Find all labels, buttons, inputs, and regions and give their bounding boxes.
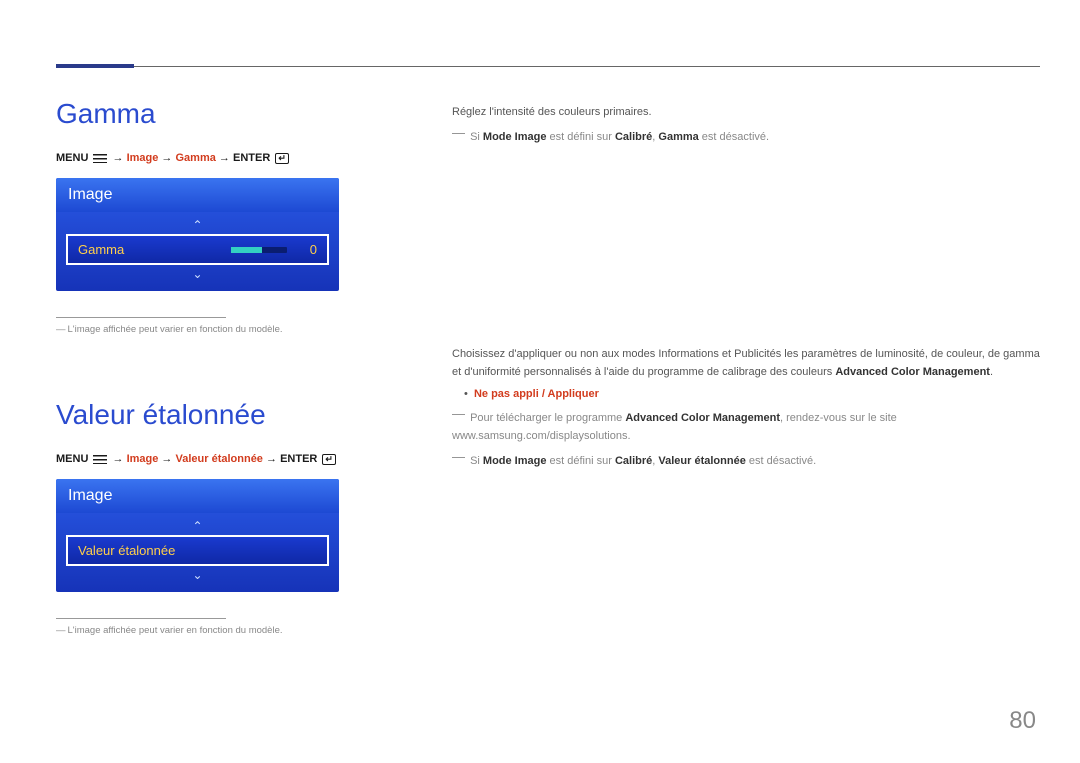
osd-body: ⌃ Valeur étalonnée ⌄ — [56, 513, 339, 592]
image-note-valeur: ―L'image affichée peut varier en fonctio… — [56, 625, 386, 636]
b: Valeur étalonnée — [658, 455, 745, 467]
image-note-text: L'image affichée peut varier en fonction… — [68, 324, 283, 335]
chevron-up-icon[interactable]: ⌃ — [66, 218, 329, 232]
note-rule — [56, 317, 226, 318]
image-note-gamma: ―L'image affichée peut varier en fonctio… — [56, 324, 386, 335]
header-accent — [56, 64, 134, 68]
gamma-note: ― Si Mode Image est défini sur Calibré, … — [452, 126, 1040, 147]
osd-panel-valeur: Image ⌃ Valeur étalonnée ⌄ — [56, 479, 339, 592]
valeur-desc: Choisissez d'appliquer ou non aux modes … — [452, 346, 1040, 381]
valeur-right: Choisissez d'appliquer ou non aux modes … — [452, 346, 1040, 470]
b: Calibré — [615, 131, 652, 143]
section-title-valeur: Valeur étalonnée — [56, 399, 386, 431]
breadcrumb-seg-image: Image — [127, 152, 159, 164]
menu-icon — [93, 154, 107, 163]
right-column: Réglez l'intensité des couleurs primaire… — [452, 104, 1040, 474]
enter-icon: ↵ — [275, 153, 289, 164]
valeur-note-disabled: ― Si Mode Image est défini sur Calibré, … — [452, 450, 1040, 471]
osd-row-label: Gamma — [78, 242, 217, 257]
b: Calibré — [615, 455, 652, 467]
osd-row-valeur[interactable]: Valeur étalonnée — [66, 535, 329, 566]
t: est défini sur — [546, 455, 614, 467]
breadcrumb-seg-image: Image — [127, 453, 159, 465]
t: Si — [470, 131, 483, 143]
menu-label: MENU — [56, 453, 88, 465]
osd-row-label: Valeur étalonnée — [78, 543, 317, 558]
breadcrumb-gamma: MENU → Image → Gamma → ENTER ↵ — [56, 152, 386, 164]
note-rule — [56, 618, 226, 619]
menu-icon — [93, 455, 107, 464]
enter-label: ENTER — [280, 453, 317, 465]
b: Advanced Color Management — [625, 412, 780, 424]
section-title-gamma: Gamma — [56, 98, 386, 130]
gamma-value: 0 — [301, 242, 317, 257]
chevron-down-icon[interactable]: ⌄ — [66, 568, 329, 582]
image-note-text: L'image affichée peut varier en fonction… — [68, 625, 283, 636]
options-text: Ne pas appli / Appliquer — [474, 388, 599, 400]
section-valeur: Valeur étalonnée MENU → Image → Valeur é… — [56, 399, 386, 636]
t: Pour télécharger le programme — [470, 412, 625, 424]
gamma-slider[interactable] — [231, 247, 287, 253]
valeur-note-download: ― Pour télécharger le programme Advanced… — [452, 407, 1040, 445]
b: Advanced Color Management — [835, 366, 990, 378]
gamma-desc: Réglez l'intensité des couleurs primaire… — [452, 104, 1040, 122]
left-column: Gamma MENU → Image → Gamma → ENTER ↵ Ima… — [56, 98, 386, 636]
page-number: 80 — [1009, 707, 1036, 735]
osd-header: Image — [56, 479, 339, 513]
osd-panel-gamma: Image ⌃ Gamma 0 ⌄ — [56, 178, 339, 291]
enter-icon: ↵ — [322, 454, 336, 465]
osd-body: ⌃ Gamma 0 ⌄ — [56, 212, 339, 291]
header-rule — [56, 66, 1040, 67]
breadcrumb-seg-gamma: Gamma — [176, 152, 216, 164]
osd-row-gamma[interactable]: Gamma 0 — [66, 234, 329, 265]
breadcrumb-seg-valeur: Valeur étalonnée — [176, 453, 263, 465]
t: Si — [470, 455, 483, 467]
t: est désactivé. — [746, 455, 816, 467]
valeur-options: • Ne pas appli / Appliquer — [464, 386, 1040, 404]
menu-label: MENU — [56, 152, 88, 164]
gamma-slider-fill — [231, 247, 262, 253]
b: Mode Image — [483, 455, 547, 467]
breadcrumb-valeur: MENU → Image → Valeur étalonnée → ENTER … — [56, 453, 386, 465]
t: . — [990, 366, 993, 378]
chevron-up-icon[interactable]: ⌃ — [66, 519, 329, 533]
t: est défini sur — [546, 131, 614, 143]
enter-label: ENTER — [233, 152, 270, 164]
b: Gamma — [658, 131, 698, 143]
b: Mode Image — [483, 131, 547, 143]
chevron-down-icon[interactable]: ⌄ — [66, 267, 329, 281]
t: est désactivé. — [699, 131, 769, 143]
osd-header: Image — [56, 178, 339, 212]
